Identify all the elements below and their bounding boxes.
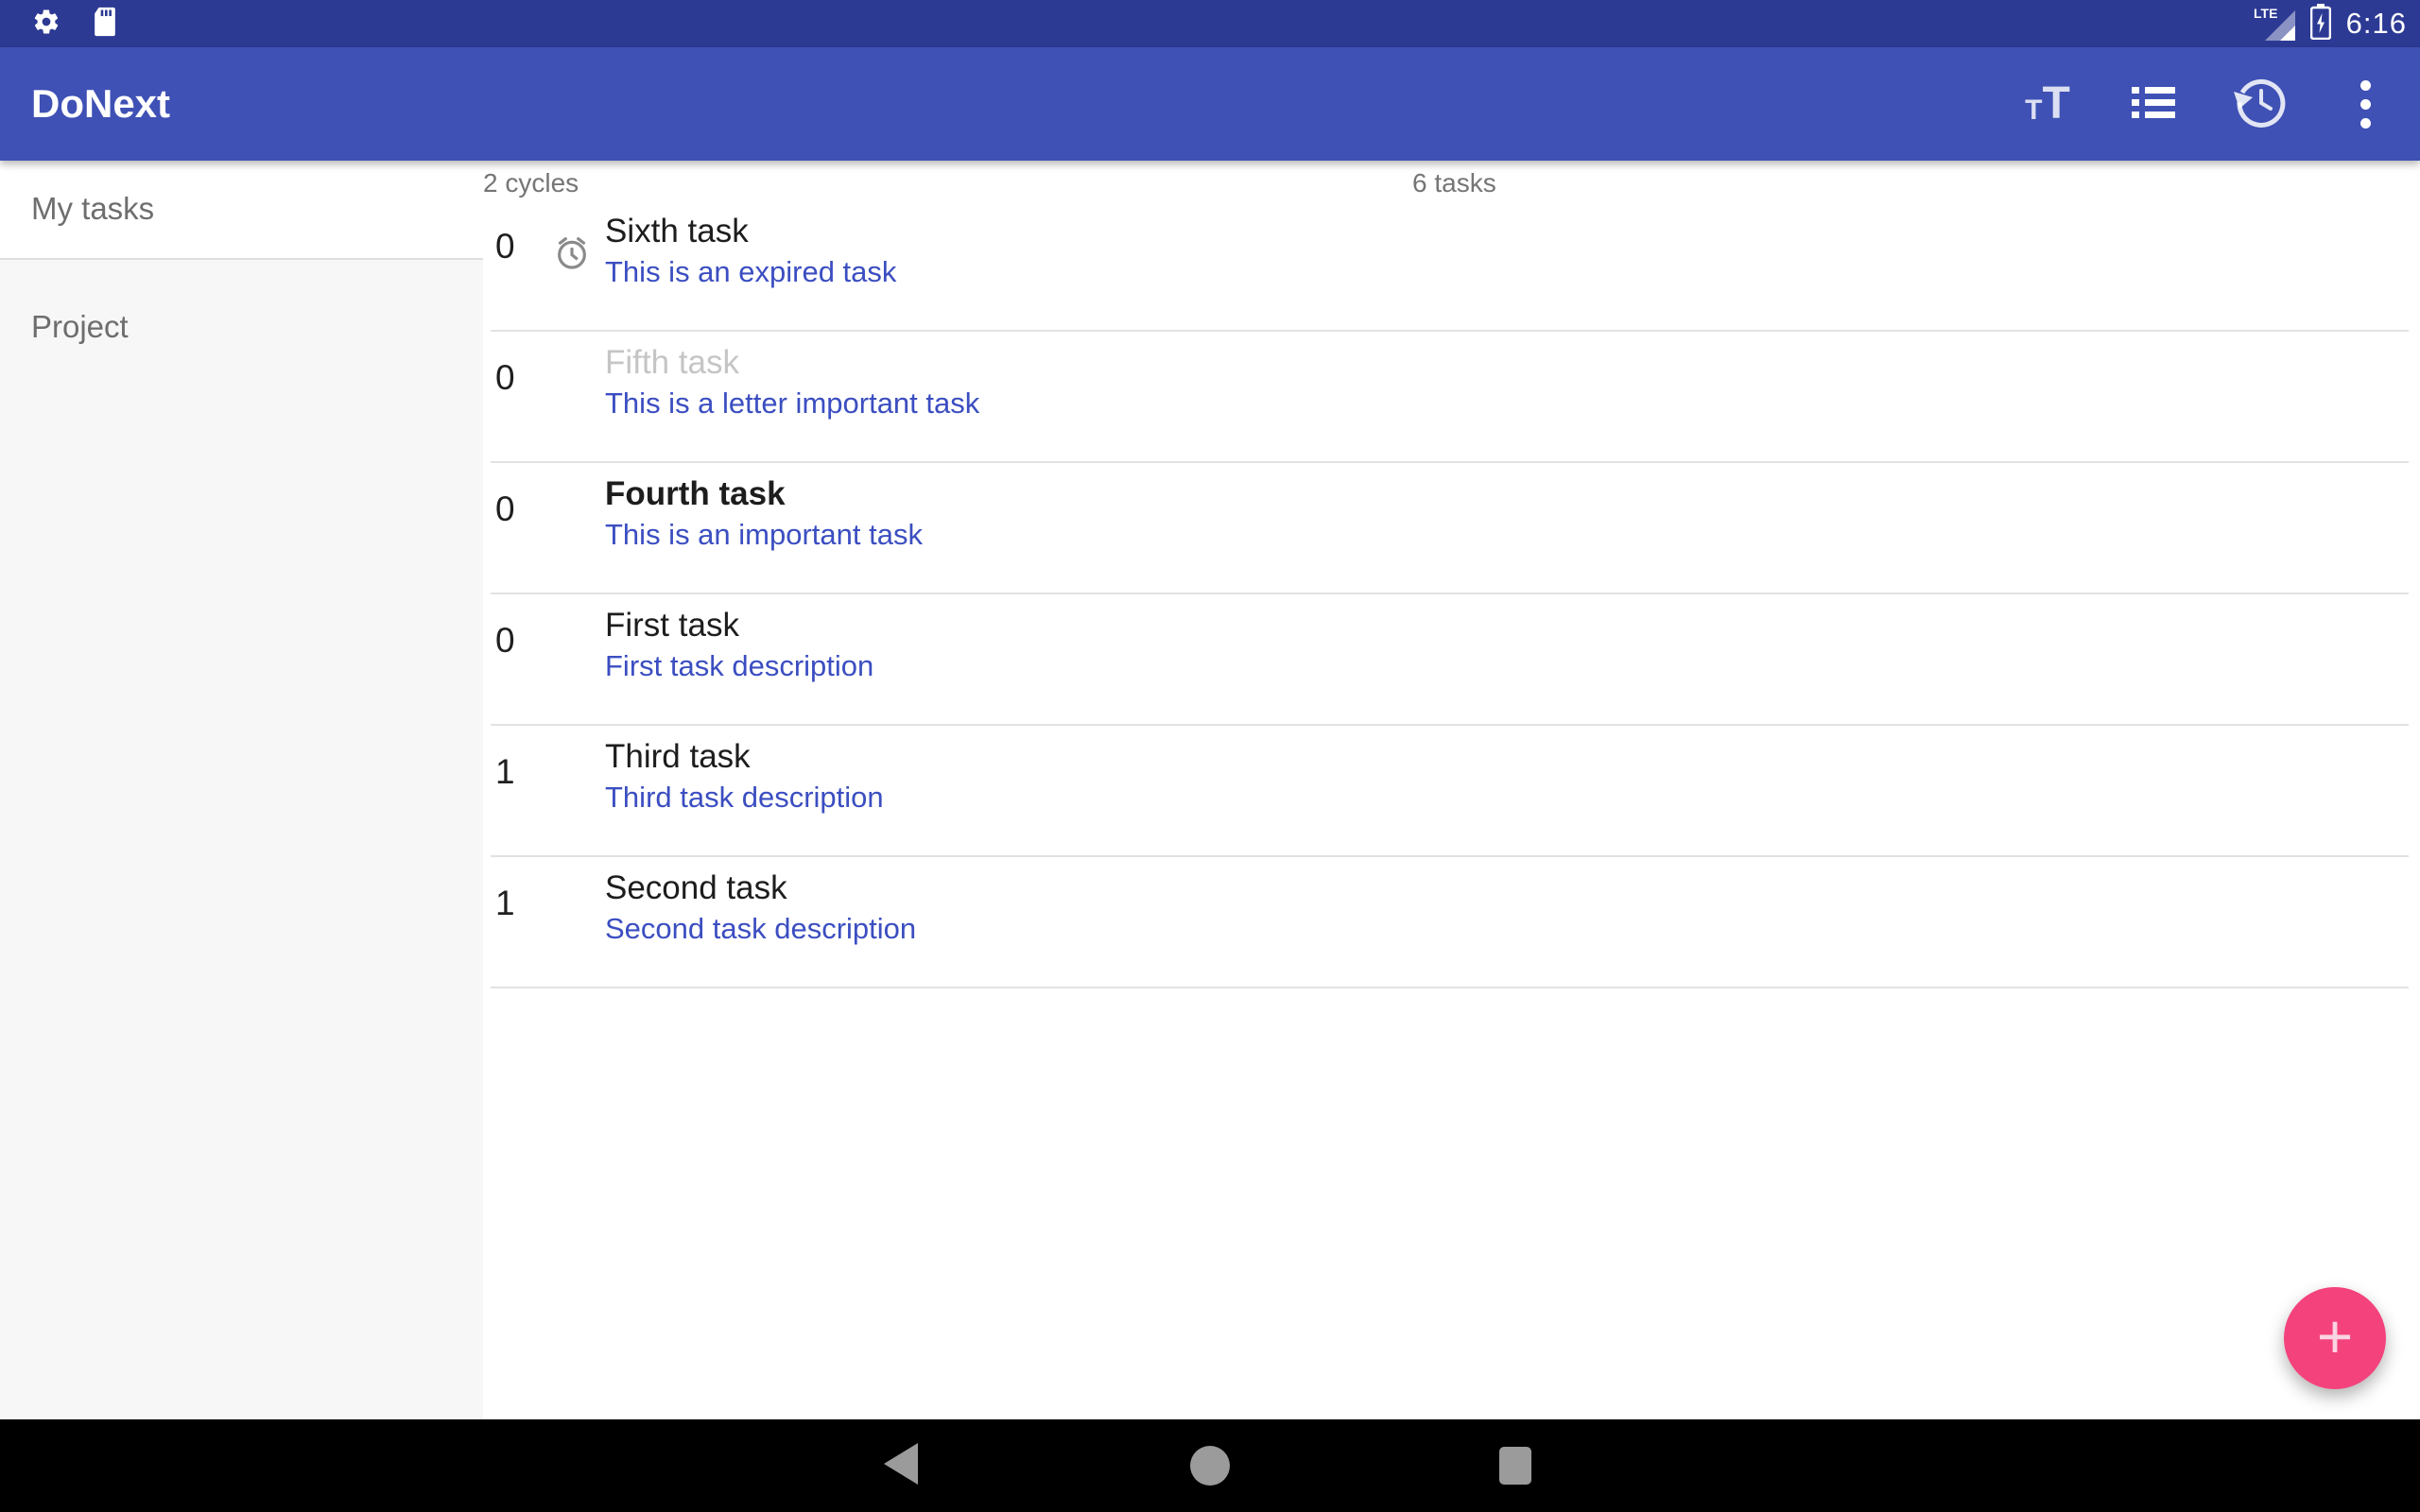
recents-icon xyxy=(1499,1447,1531,1485)
task-description: This is an expired task xyxy=(605,255,896,289)
task-title: Sixth task xyxy=(605,213,749,250)
back-button[interactable] xyxy=(844,1419,958,1512)
overflow-menu-button[interactable] xyxy=(2339,77,2392,130)
list-view-button[interactable] xyxy=(2127,77,2180,130)
history-button[interactable] xyxy=(2233,77,2286,130)
status-bar-right: LTE 6:16 xyxy=(2254,0,2407,47)
sidebar-panel: Project xyxy=(0,260,483,1419)
tasks-count-label: 6 tasks xyxy=(1412,168,1496,198)
recents-button[interactable] xyxy=(1459,1419,1572,1512)
task-description: Third task description xyxy=(605,781,884,815)
cycles-count-label: 2 cycles xyxy=(483,168,579,198)
task-title: Fourth task xyxy=(605,475,786,513)
navigation-bar xyxy=(0,1419,2420,1512)
network-type-label: LTE xyxy=(2254,6,2277,21)
task-row[interactable]: 1 Third task Third task description xyxy=(491,726,2409,857)
task-cycle-count: 0 xyxy=(495,490,552,529)
home-icon xyxy=(1190,1446,1230,1486)
task-cycle-count: 1 xyxy=(495,752,552,792)
task-cycle-count: 0 xyxy=(495,358,552,398)
task-title: First task xyxy=(605,607,739,644)
sidebar-item-project[interactable]: Project xyxy=(0,279,483,375)
task-cycle-count: 1 xyxy=(495,884,552,923)
history-icon xyxy=(2232,77,2287,132)
status-bar: LTE 6:16 xyxy=(0,0,2420,47)
app-bar-actions: TT xyxy=(2021,47,2392,161)
task-list-panel: 2 cycles 6 tasks 0 Sixth task xyxy=(483,161,2420,1419)
format-text-size-button[interactable]: TT xyxy=(2021,77,2074,130)
settings-gear-icon xyxy=(32,8,60,41)
task-row[interactable]: 0 Fifth task This is a letter important … xyxy=(491,332,2409,463)
task-cycle-count: 0 xyxy=(495,621,552,661)
task-row[interactable]: 0 Fourth task This is an important task xyxy=(491,463,2409,594)
list-view-icon xyxy=(2132,83,2175,126)
clock-text: 6:16 xyxy=(2346,7,2407,41)
home-button[interactable] xyxy=(1153,1419,1267,1512)
sd-card-icon xyxy=(93,7,117,42)
sidebar: My tasks Project xyxy=(0,161,483,1419)
screen: LTE 6:16 DoNext TT xyxy=(0,0,2420,1512)
format-text-size-icon: TT xyxy=(2025,86,2070,122)
add-task-fab[interactable]: + xyxy=(2284,1287,2386,1389)
back-icon xyxy=(884,1443,918,1489)
overflow-menu-icon xyxy=(2360,80,2371,129)
task-row[interactable]: 0 Sixth task This is an expired task xyxy=(491,200,2409,332)
task-row[interactable]: 1 Second task Second task description xyxy=(491,857,2409,988)
app-bar: DoNext TT xyxy=(0,47,2420,161)
task-cycle-count: 0 xyxy=(495,227,552,266)
sidebar-item-my-tasks[interactable]: My tasks xyxy=(0,161,483,257)
sidebar-item-label: Project xyxy=(31,309,129,345)
task-description: This is a letter important task xyxy=(605,387,979,421)
sidebar-item-label: My tasks xyxy=(31,191,154,227)
task-description: First task description xyxy=(605,649,873,683)
task-title: Third task xyxy=(605,738,751,776)
task-title: Second task xyxy=(605,869,787,907)
task-description: Second task description xyxy=(605,912,916,946)
app-title: DoNext xyxy=(31,81,170,127)
task-row[interactable]: 0 First task First task description xyxy=(491,594,2409,726)
status-bar-left xyxy=(32,0,117,47)
task-list: 0 Sixth task This is an expired task xyxy=(491,200,2409,988)
battery-charging-icon xyxy=(2310,4,2331,44)
alarm-clock-icon xyxy=(553,234,591,277)
cell-signal-icon: LTE xyxy=(2254,3,2295,45)
task-description: This is an important task xyxy=(605,518,923,552)
task-title: Fifth task xyxy=(605,344,739,382)
